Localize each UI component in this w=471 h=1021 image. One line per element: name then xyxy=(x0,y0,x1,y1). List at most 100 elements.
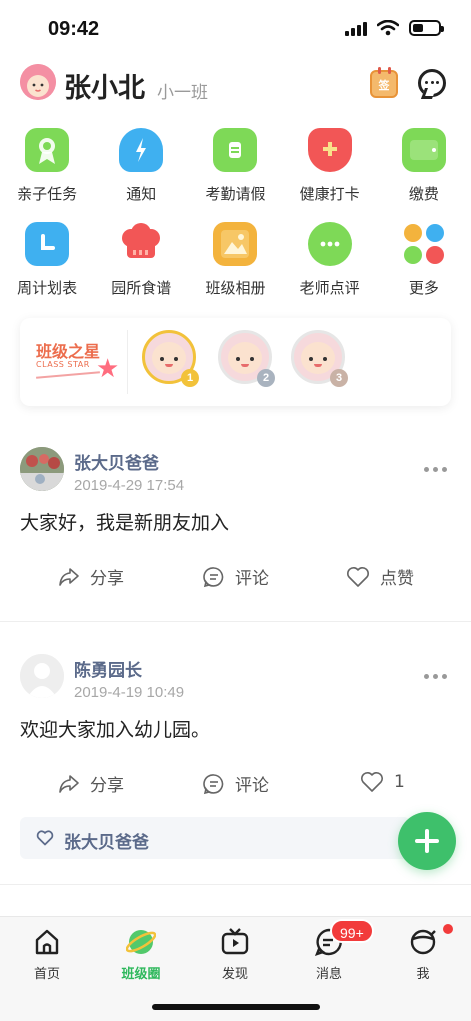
author-avatar[interactable] xyxy=(20,654,64,698)
feature-label: 周计划表 xyxy=(17,279,78,297)
class-star-badge: 班级之星 CLASS STAR ★ xyxy=(30,330,128,394)
post-actions: 分享 评论 点赞 xyxy=(0,564,471,594)
chat-icon[interactable] xyxy=(418,69,446,97)
tab-label: 消息 xyxy=(315,967,342,982)
status-icons xyxy=(345,20,444,36)
post-content: 大家好，我是新朋友加入 xyxy=(20,512,230,534)
heart-icon xyxy=(347,566,369,587)
tab-me[interactable]: 我 xyxy=(376,927,470,982)
photo-icon xyxy=(213,222,258,266)
feature-grid: 亲子任务 通知 考勤请假 健康打卡 缴费 周计划表 园所食谱 班级相册 老师点评… xyxy=(0,124,471,312)
wallet-icon xyxy=(401,128,446,172)
tab-label: 发现 xyxy=(221,967,248,982)
shield-icon xyxy=(307,128,352,172)
share-label: 分享 xyxy=(90,776,124,796)
share-icon xyxy=(59,567,79,586)
feature-label: 班级相册 xyxy=(205,279,266,297)
share-label: 分享 xyxy=(90,569,124,589)
profile-icon xyxy=(408,927,438,957)
post-author[interactable]: 张大贝爸爸 xyxy=(74,449,159,474)
feature-label: 亲子任务 xyxy=(17,185,78,203)
more-icon[interactable] xyxy=(424,467,447,472)
status-bar: 09:42 xyxy=(0,0,471,56)
feature-class-album[interactable]: 班级相册 xyxy=(188,218,282,312)
author-avatar[interactable] xyxy=(20,447,64,491)
class-star-title: 班级之星 xyxy=(36,342,101,361)
battery-icon xyxy=(409,20,444,36)
class-name[interactable]: 小一班 xyxy=(157,78,208,103)
feature-teacher-review[interactable]: 老师点评 xyxy=(283,218,377,312)
feature-more[interactable]: 更多 xyxy=(377,218,471,312)
comment-icon xyxy=(203,773,224,794)
post-time: 2019-4-19 10:49 xyxy=(74,684,185,701)
star-icon: ★ xyxy=(96,354,120,384)
rank-avatar-1[interactable]: 1 xyxy=(142,330,199,387)
chef-hat-icon xyxy=(119,222,163,266)
more-icon[interactable] xyxy=(424,674,447,679)
baby-face-icon xyxy=(20,64,56,100)
feature-health-checkin[interactable]: 健康打卡 xyxy=(283,124,377,218)
home-icon xyxy=(32,927,62,957)
post-time: 2019-4-29 17:54 xyxy=(74,477,185,494)
add-post-button[interactable] xyxy=(398,812,456,870)
feature-attendance-leave[interactable]: 考勤请假 xyxy=(188,124,282,218)
class-star-card[interactable]: 班级之星 CLASS STAR ★ 1 2 3 xyxy=(20,318,451,406)
share-button[interactable]: 分享 xyxy=(58,564,124,589)
like-button[interactable]: 点赞 xyxy=(346,564,414,589)
rank-number: 3 xyxy=(330,369,348,387)
tab-class-circle[interactable]: 班级圈 xyxy=(94,927,188,982)
checkin-label: 签 xyxy=(378,79,390,92)
home-indicator xyxy=(152,1004,320,1010)
like-label: 点赞 xyxy=(380,569,414,589)
rank-avatar-3[interactable]: 3 xyxy=(291,330,348,387)
rank-number: 2 xyxy=(257,369,275,387)
checkin-calendar-icon[interactable]: 签 xyxy=(370,67,398,98)
post-author[interactable]: 陈勇园长 xyxy=(74,656,142,681)
bell-icon xyxy=(119,128,164,172)
tab-label: 首页 xyxy=(33,967,60,982)
status-time: 09:42 xyxy=(48,18,100,40)
notification-dot xyxy=(443,924,453,934)
liked-by-names[interactable]: 张大贝爸爸 xyxy=(64,828,149,853)
tab-label: 班级圈 xyxy=(121,967,161,982)
comment-button[interactable]: 评论 xyxy=(203,564,269,589)
message-badge: 99+ xyxy=(330,919,374,943)
feature-label: 缴费 xyxy=(408,185,439,203)
rank-avatar-2[interactable]: 2 xyxy=(218,330,275,387)
feature-label: 健康打卡 xyxy=(299,185,360,203)
planet-icon xyxy=(125,927,157,957)
heart-icon xyxy=(36,830,54,846)
feature-label: 老师点评 xyxy=(299,279,360,297)
share-button[interactable]: 分享 xyxy=(58,771,124,796)
avatar[interactable] xyxy=(20,64,56,100)
tab-label: 我 xyxy=(416,967,430,982)
share-icon xyxy=(59,774,79,793)
divider xyxy=(0,884,471,885)
comment-icon xyxy=(307,222,352,266)
divider xyxy=(0,621,471,622)
post-content: 欢迎大家加入幼儿园。 xyxy=(20,719,211,741)
wand-decoration xyxy=(36,371,100,379)
cellular-signal-icon xyxy=(345,20,367,36)
comment-icon xyxy=(203,566,224,587)
tab-home[interactable]: 首页 xyxy=(0,927,94,982)
feature-weekly-plan[interactable]: 周计划表 xyxy=(0,218,94,312)
like-count: 1 xyxy=(394,772,405,792)
calendar-icon xyxy=(25,222,70,266)
feature-label: 更多 xyxy=(408,279,439,297)
feature-payment[interactable]: 缴费 xyxy=(377,124,471,218)
feature-parent-child-task[interactable]: 亲子任务 xyxy=(0,124,94,218)
comment-button[interactable]: 评论 xyxy=(203,771,269,796)
feature-label: 考勤请假 xyxy=(205,185,266,203)
clipboard-icon xyxy=(213,128,258,172)
comment-label: 评论 xyxy=(235,776,269,796)
tab-discover[interactable]: 发现 xyxy=(188,927,282,982)
feature-school-menu[interactable]: 园所食谱 xyxy=(94,218,188,312)
like-button[interactable]: 1 xyxy=(360,771,405,793)
comment-label: 评论 xyxy=(235,569,269,589)
tv-play-icon xyxy=(220,927,250,957)
medal-icon xyxy=(25,128,70,172)
feature-notice[interactable]: 通知 xyxy=(94,124,188,218)
heart-icon xyxy=(361,772,383,792)
post-actions: 分享 评论 1 xyxy=(0,771,471,801)
